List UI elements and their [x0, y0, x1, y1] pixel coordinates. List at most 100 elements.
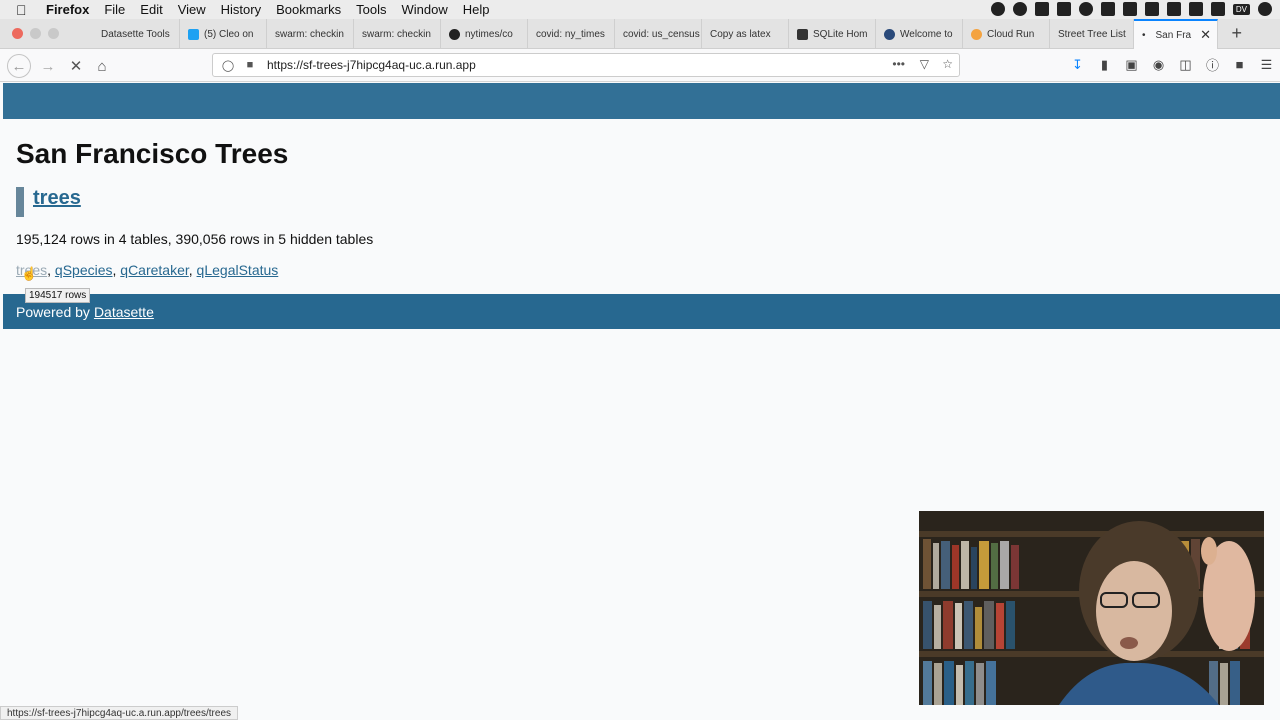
extension-icon[interactable]: ⓘ [1205, 57, 1220, 73]
tab-san-francisco-trees[interactable]: • San Fra ✕ [1134, 19, 1218, 49]
bluetooth-icon[interactable] [1210, 2, 1225, 16]
github-icon [449, 28, 460, 40]
new-tab-button[interactable]: + [1231, 23, 1242, 44]
sqlite-icon [797, 28, 808, 40]
menu-tools[interactable]: Tools [356, 2, 386, 17]
containers-icon[interactable]: ◫ [1178, 57, 1193, 72]
cast-icon[interactable] [1144, 2, 1159, 16]
extension-icon[interactable]: ■ [1232, 57, 1247, 72]
tab-label: (5) Cleo on [204, 28, 254, 40]
url-text[interactable]: https://sf-trees-j7hipcg4aq-uc.a.run.app [267, 58, 476, 72]
menu-view[interactable]: View [178, 2, 206, 17]
tab-nytimes[interactable]: nytimes/co [441, 19, 528, 49]
info-icon[interactable] [1078, 2, 1093, 16]
toolbar-icons: ↧ ▮ ▣ ◉ ◫ ⓘ ■ ☰ [1070, 57, 1274, 74]
status-bar: https://sf-trees-j7hipcg4aq-uc.a.run.app… [0, 706, 239, 720]
menu-edit[interactable]: Edit [140, 2, 162, 17]
grid-icon[interactable] [1100, 2, 1115, 16]
tab-label: covid: us_census [623, 28, 700, 40]
wifi-icon[interactable] [1258, 2, 1272, 16]
row-count-tooltip: 194517 rows [25, 288, 91, 303]
table-link-qcaretaker[interactable]: qCaretaker [120, 262, 188, 278]
lock-icon[interactable]: ■ [243, 58, 257, 72]
menu-history[interactable]: History [221, 2, 261, 17]
bookmark-star-icon[interactable]: ☆ [942, 57, 953, 71]
window-controls [12, 28, 59, 39]
sidebar-icon[interactable]: ▣ [1124, 57, 1139, 72]
shield-icon[interactable]: ◯ [221, 58, 235, 72]
user-badge[interactable]: DV [1232, 3, 1250, 15]
macos-menubar:  Firefox File Edit View History Bookmar… [0, 0, 1280, 19]
footer: Powered by Datasette [3, 294, 1280, 329]
zoom-window-button[interactable] [48, 28, 59, 39]
tab-label: Welcome to [900, 28, 953, 40]
menu-app-firefox[interactable]: Firefox [46, 2, 89, 17]
cloud-icon [971, 28, 982, 40]
library-icon[interactable]: ▮ [1097, 57, 1112, 72]
footer-text: Powered by [16, 303, 90, 320]
tab-label: swarm: checkin [275, 28, 344, 40]
navigation-toolbar: ← → ✕ ⌂ ◯ ■ https://sf-trees-j7hipcg4aq-… [0, 49, 1280, 82]
forward-button[interactable]: → [36, 54, 60, 78]
menu-bookmarks[interactable]: Bookmarks [276, 2, 341, 17]
downloads-icon[interactable]: ↧ [1070, 57, 1085, 72]
tab-label: San Fra [1155, 29, 1192, 41]
stop-loading-button[interactable]: ✕ [64, 54, 88, 78]
datasette-link[interactable]: Datasette [94, 304, 154, 320]
tab-street-tree[interactable]: Street Tree List [1050, 19, 1134, 49]
database-link[interactable]: trees [33, 187, 81, 209]
menu-window[interactable]: Window [402, 2, 448, 17]
database-heading: trees [16, 187, 81, 217]
grid-icon[interactable] [1122, 2, 1137, 16]
twitter-icon [188, 28, 199, 40]
home-button[interactable]: ⌂ [90, 54, 114, 78]
close-tab-icon[interactable]: ✕ [1200, 27, 1211, 43]
page-actions-icon[interactable]: ••• [892, 57, 905, 71]
tab-label: SQLite Hom [813, 28, 868, 40]
display-icon[interactable] [1188, 2, 1203, 16]
separator: , [47, 262, 55, 278]
row-summary: 195,124 rows in 4 tables, 390,056 rows i… [16, 231, 374, 247]
table-link-qlegalstatus[interactable]: qLegalStatus [197, 262, 279, 278]
table-link-qspecies[interactable]: qSpecies [55, 262, 113, 278]
loading-dot-icon: • [1142, 29, 1146, 41]
tab-welcome[interactable]: Welcome to [876, 19, 963, 49]
back-button[interactable]: ← [7, 54, 31, 78]
tab-label: Cloud Run [987, 28, 1035, 40]
tab-label: swarm: checkin [362, 28, 431, 40]
webcam-overlay [919, 511, 1264, 705]
pocket-icon[interactable]: ▽ [920, 57, 929, 71]
menu-help[interactable]: Help [463, 2, 490, 17]
docker-icon[interactable] [1056, 2, 1071, 16]
tab-copy-latex[interactable]: Copy as latex [702, 19, 789, 49]
tab-cleo[interactable]: (5) Cleo on [180, 19, 267, 49]
hand-cursor-icon: ☝ [21, 266, 38, 281]
tab-swarm-1[interactable]: swarm: checkin [267, 19, 354, 49]
tab-label: Copy as latex [710, 28, 771, 40]
menu-file[interactable]: File [104, 2, 125, 17]
separator: , [188, 262, 197, 278]
tab-sqlite[interactable]: SQLite Hom [789, 19, 876, 49]
tab-swarm-2[interactable]: swarm: checkin [354, 19, 441, 49]
tab-covid-census[interactable]: covid: us_census [615, 19, 702, 49]
menu-icon[interactable]: ☰ [1259, 57, 1274, 72]
header-band [3, 83, 1280, 119]
dropbox-icon[interactable] [1034, 2, 1049, 16]
tab-cloud-run[interactable]: Cloud Run [963, 19, 1050, 49]
status-app-icon[interactable] [1012, 2, 1027, 16]
tab-datasette-tools[interactable]: Datasette Tools [93, 19, 180, 49]
address-bar[interactable]: ◯ ■ https://sf-trees-j7hipcg4aq-uc.a.run… [212, 53, 960, 77]
tab-label: nytimes/co [465, 28, 513, 40]
tab-covid-nytimes[interactable]: covid: ny_times [528, 19, 615, 49]
tab-label: Street Tree List [1058, 28, 1126, 40]
table-list: trees, qSpecies, qCaretaker, qLegalStatu… [16, 262, 278, 278]
camera-icon[interactable] [1166, 2, 1181, 16]
account-icon[interactable]: ◉ [1151, 57, 1166, 72]
page-title: San Francisco Trees [16, 138, 289, 169]
apple-icon[interactable]:  [16, 2, 32, 18]
site-icon [884, 28, 895, 40]
status-app-icon[interactable] [990, 2, 1005, 16]
close-window-button[interactable] [12, 28, 23, 39]
minimize-window-button[interactable] [30, 28, 41, 39]
webcam-scene [919, 511, 1264, 705]
